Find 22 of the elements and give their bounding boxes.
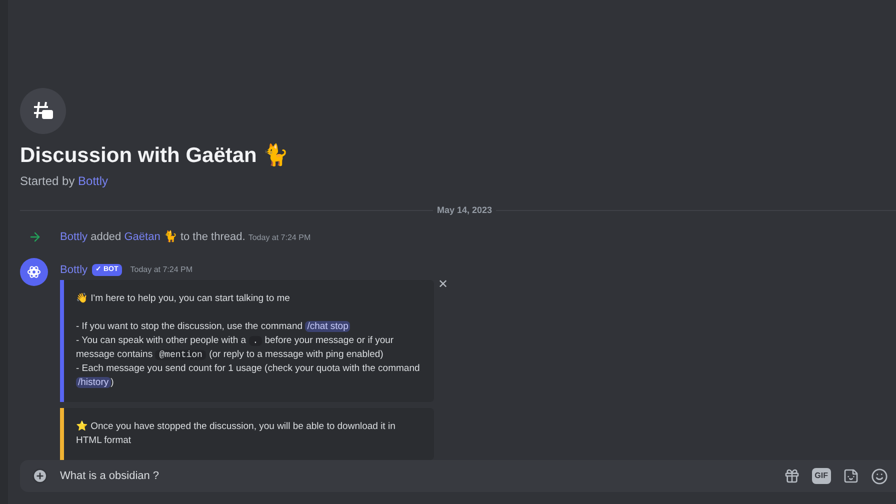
started-by-text: Started by Bottly (20, 172, 110, 190)
message-input[interactable]: What is a obsidian ? (60, 468, 776, 484)
gif-button[interactable]: GIF (812, 468, 831, 484)
emoji-icon[interactable] (871, 468, 888, 485)
thread-title: Discussion with Gaëtan 🐈 (20, 144, 290, 168)
embed-text: - You can speak with other people with a . before your message or if your message contains @mention (or reply to a message with ping enabled) (76, 334, 395, 362)
join-arrow-icon (28, 230, 42, 244)
author-name[interactable]: Bottly (60, 262, 88, 278)
thread-icon (20, 88, 66, 134)
message-composer[interactable]: What is a obsidian ? GIF (20, 460, 896, 492)
date-divider: May 14, 2023 (436, 204, 493, 217)
bot-avatar (20, 258, 48, 286)
sticker-icon[interactable] (843, 468, 859, 484)
embed-text: 👋 I'm here to help you, you can start talking to me (76, 292, 291, 306)
embed-text: ⭐ Once you have stopped the discussion, you will be able to download it in HTML format (76, 420, 396, 448)
embed-text: - If you want to stop the discussion, use the command /chat stop (76, 320, 352, 334)
close-button[interactable]: ✕ (438, 278, 448, 290)
gift-icon[interactable] (784, 468, 800, 484)
message-time: Today at 7:24 PM (130, 264, 193, 276)
add-icon[interactable] (32, 468, 48, 484)
embed-text: - Each message you send count for 1 usage (check your quota with the command /history ) (76, 362, 421, 390)
system-message: Bottly added Gaëtan 🐈 to the thread. Today at 7:24 PM (60, 229, 311, 246)
